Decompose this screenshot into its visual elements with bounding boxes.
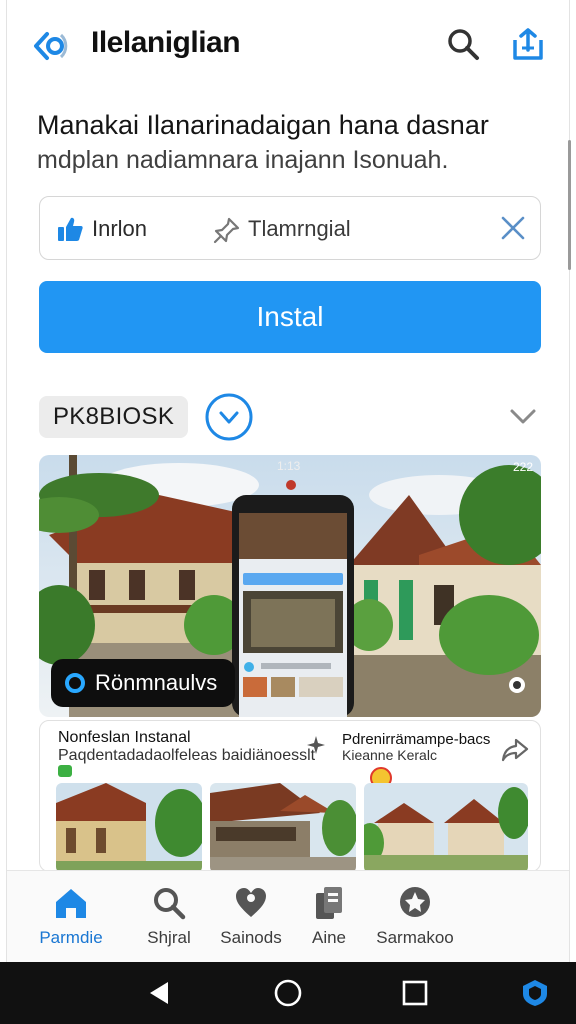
rec-left-subtitle: Paqdentadadaolfeleas baidiänoesslt: [58, 747, 316, 764]
install-button[interactable]: Instal: [39, 281, 541, 353]
thumbnail-1[interactable]: [56, 783, 202, 871]
rec-left-title: Nonfeslan Instanal: [58, 729, 191, 746]
scrollbar[interactable]: [568, 140, 571, 270]
documents-icon: [316, 887, 342, 919]
recommendations-card[interactable]: Nonfeslan Instanal Paqdentadadaolfeleas …: [39, 720, 541, 872]
hero-time: 1:13: [277, 459, 301, 473]
nav-item-home[interactable]: Parmdie: [21, 871, 121, 962]
action-row: Inrlon Tlamrngial: [39, 196, 541, 260]
pin-label[interactable]: Tlamrngial: [248, 216, 351, 242]
hero-status: 222: [512, 460, 533, 474]
nav-item-docs[interactable]: Aine: [279, 871, 379, 962]
bottom-navigation: Parmdie Shjral Sainods Aine Sarmakoo: [7, 870, 569, 962]
search-icon[interactable]: [445, 26, 481, 62]
search-icon: [154, 888, 186, 920]
thumbnail-3[interactable]: [364, 783, 528, 871]
hero-badge[interactable]: Rönmnaulvs: [51, 659, 236, 707]
recents-icon[interactable]: [400, 978, 430, 1008]
shield-icon[interactable]: [520, 978, 550, 1008]
chevron-down-icon[interactable]: [507, 400, 539, 432]
close-icon[interactable]: [498, 213, 528, 243]
back-icon[interactable]: [144, 978, 174, 1008]
top-app-bar: Ilelaniglian: [7, 0, 569, 90]
app-logo-icon[interactable]: [31, 26, 71, 66]
heart-pin-icon: [236, 888, 266, 917]
nav-item-profile[interactable]: Sarmakoo: [365, 871, 465, 962]
like-label[interactable]: Inrlon: [92, 216, 147, 242]
nav-item-label: Parmdie: [39, 928, 103, 947]
rec-right-title: Pdrenirrämampe-bacs: [342, 731, 491, 748]
sparkle-icon: [307, 736, 325, 754]
home-icon: [56, 889, 86, 918]
app-screen: Ilelaniglian Manakai Ilanarinadaigan han…: [6, 0, 570, 962]
app-title: Ilelaniglian: [91, 26, 241, 59]
star-badge-icon: [400, 887, 430, 917]
pin-icon[interactable]: [212, 215, 242, 245]
share-icon[interactable]: [509, 26, 547, 62]
nav-item-label: Aine: [311, 928, 347, 947]
section-chip[interactable]: PK8BIOSK: [39, 396, 189, 438]
thumbnail-2[interactable]: [210, 783, 356, 871]
nav-item-label: Sarmakoo: [376, 928, 454, 947]
home-circle-icon[interactable]: [273, 978, 303, 1008]
status-indicator: [58, 765, 72, 777]
hero-badge-label: Rönmnaulvs: [95, 670, 218, 695]
record-dot-icon: [65, 673, 85, 693]
forward-icon[interactable]: [500, 735, 530, 765]
thumbs-up-icon[interactable]: [56, 215, 84, 243]
rec-right-subtitle: Kieanne Keralc: [342, 747, 437, 763]
system-navigation-bar: [0, 962, 576, 1024]
check-circle-icon[interactable]: [203, 392, 255, 442]
page-subline: mdplan nadiamnara inajann Isonuah.: [37, 146, 449, 174]
page-headline: Manakai Ilanarinadaigan hana dasnar: [37, 110, 489, 140]
hero-media-card[interactable]: 1:13 222 Rönmnaulvs: [39, 455, 541, 717]
